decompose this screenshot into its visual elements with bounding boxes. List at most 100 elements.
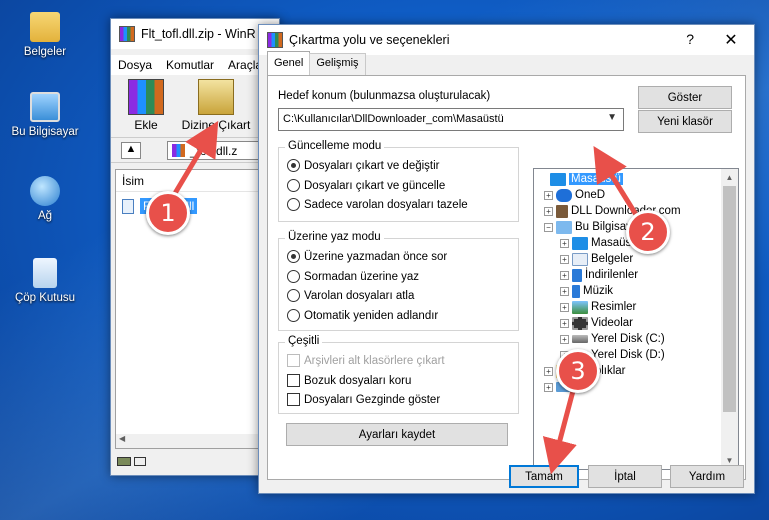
menu-komutlar[interactable]: Komutlar <box>159 58 221 72</box>
add-button[interactable]: Ekle <box>121 79 171 132</box>
desktop-icon-this-pc[interactable]: Bu Bilgisayar <box>6 92 84 138</box>
tree-vertical-scrollbar[interactable]: ▲ ▼ <box>721 169 738 469</box>
winrar-address-bar: ▲ _tofl.dll.z <box>111 137 281 163</box>
scroll-up-icon[interactable]: ▲ <box>721 169 738 186</box>
status-drive-icon <box>117 455 149 469</box>
option-label: Sormadan üzerine yaz <box>304 270 420 283</box>
tree-item-pictures[interactable]: + Resimler <box>560 299 636 315</box>
misc-option-keep-broken[interactable]: Bozuk dosyaları koru <box>287 374 411 387</box>
radio[interactable] <box>287 179 300 192</box>
overwrite-option-3[interactable]: Varolan dosyaları atla <box>287 289 414 302</box>
collapse-icon[interactable]: − <box>544 222 553 232</box>
radio-selected[interactable] <box>287 159 300 172</box>
expand-icon[interactable]: + <box>560 270 569 280</box>
tree-label: Resimler <box>591 301 637 313</box>
overwrite-option-4[interactable]: Otomatik yeniden adlandır <box>287 309 438 322</box>
dll-file-icon <box>122 198 134 214</box>
expand-icon[interactable]: + <box>560 286 569 296</box>
user-icon <box>556 204 568 218</box>
radio[interactable] <box>287 198 300 211</box>
tree-label: Masaüstü <box>569 173 623 185</box>
column-header-name[interactable]: İsim <box>116 170 276 192</box>
expand-icon[interactable]: + <box>544 382 553 392</box>
archive-icon <box>172 144 185 157</box>
update-option-2[interactable]: Dosyaları çıkart ve güncelle <box>287 179 445 192</box>
winrar-window: Flt_tofl.dll.zip - WinR Dosya Komutlar A… <box>110 18 281 476</box>
radio[interactable] <box>287 309 300 322</box>
option-label: Sadece varolan dosyaları tazele <box>304 198 468 211</box>
tree-item-onedrive[interactable]: + OneD <box>544 187 605 203</box>
step-badge-1: 1 <box>146 191 190 235</box>
tree-label: Belgeler <box>591 253 634 265</box>
pictures-icon <box>572 300 588 314</box>
checkbox[interactable] <box>287 393 300 406</box>
expand-icon[interactable]: + <box>560 318 569 328</box>
destination-path-text: C:\Kullanıcılar\DllDownloader_com\Masaüs… <box>283 113 504 125</box>
up-folder-icon[interactable]: ▲ <box>121 142 141 159</box>
tree-item-disk-c[interactable]: + Yerel Disk (C:) <box>560 331 665 347</box>
winrar-icon <box>267 32 283 48</box>
expand-icon[interactable]: + <box>544 366 553 376</box>
tree-label: Müzik <box>583 285 614 297</box>
checkbox[interactable] <box>287 374 300 387</box>
option-label: Arşivleri alt klasörlere çıkart <box>304 354 445 367</box>
option-label: Dosyaları çıkart ve değiştir <box>304 159 440 172</box>
radio-selected[interactable] <box>287 250 300 263</box>
tree-item-videos[interactable]: + Videolar <box>560 315 633 331</box>
show-button[interactable]: Göster <box>638 86 732 109</box>
overwrite-mode-title: Üzerine yaz modu <box>285 231 384 243</box>
overwrite-mode-group: Üzerine yaz modu Üzerine yazmadan önce s… <box>278 231 519 331</box>
expand-icon[interactable]: + <box>560 302 569 312</box>
help-question-icon[interactable]: ? <box>686 31 694 47</box>
new-folder-button[interactable]: Yeni klasör <box>638 110 732 133</box>
chevron-down-icon[interactable]: ▼ <box>607 112 617 123</box>
tab-gelismis[interactable]: Gelişmiş <box>309 53 366 75</box>
radio[interactable] <box>287 270 300 283</box>
close-icon[interactable]: ✕ <box>708 25 754 55</box>
tree-item-this-pc[interactable]: − Bu Bilgisaya <box>544 219 638 235</box>
documents-folder-icon <box>30 12 60 42</box>
destination-path-combo[interactable]: C:\Kullanıcılar\DllDownloader_com\Masaüs… <box>278 108 624 131</box>
option-label: Dosyaları çıkart ve güncelle <box>304 179 446 192</box>
overwrite-option-2[interactable]: Sormadan üzerine yaz <box>287 270 419 283</box>
scroll-thumb[interactable] <box>723 186 736 412</box>
expand-icon[interactable]: + <box>560 254 569 264</box>
tree-item-music[interactable]: + Müzik <box>560 283 613 299</box>
menu-dosya[interactable]: Dosya <box>111 58 159 72</box>
misc-group: Çeşitli Arşivleri alt klasörlere çıkart … <box>278 335 519 414</box>
expand-icon[interactable]: + <box>544 190 553 200</box>
winrar-icon <box>119 26 135 42</box>
overwrite-option-1[interactable]: Üzerine yazmadan önce sor <box>287 250 447 263</box>
step-badge-2: 2 <box>626 210 670 254</box>
option-label: Varolan dosyaları atla <box>304 289 415 302</box>
desktop-icon-label: Bu Bilgisayar <box>11 126 79 138</box>
radio[interactable] <box>287 289 300 302</box>
dialog-title: Çıkartma yolu ve seçenekleri <box>289 33 450 47</box>
tree-item-documents[interactable]: + Belgeler <box>560 251 633 267</box>
expand-icon[interactable]: + <box>544 206 553 216</box>
help-button[interactable]: Yardım <box>670 465 744 488</box>
winrar-title: Flt_tofl.dll.zip - WinR <box>141 27 256 41</box>
desktop-icon-documents[interactable]: Belgeler <box>6 12 84 58</box>
video-film-icon <box>572 316 588 330</box>
desktop-icon-recycle-bin[interactable]: Çöp Kutusu <box>6 258 84 304</box>
misc-option-show-in-explorer[interactable]: Dosyaları Gezginde göster <box>287 393 440 406</box>
extract-label: Dizine Çıkart <box>181 118 251 132</box>
ok-button[interactable]: Tamam <box>509 465 579 488</box>
tree-item-downloads[interactable]: + İndirilenler <box>560 267 638 283</box>
add-label: Ekle <box>134 118 158 132</box>
tree-item-desktop-root[interactable]: Masaüstü <box>538 171 623 187</box>
download-arrow-icon <box>572 268 582 282</box>
desktop-icon-network[interactable]: Ağ <box>6 176 84 222</box>
update-option-3[interactable]: Sadece varolan dosyaları tazele <box>287 198 468 211</box>
tab-genel[interactable]: Genel <box>267 51 311 75</box>
horizontal-scrollbar[interactable]: ◀ <box>116 434 276 448</box>
update-option-1[interactable]: Dosyaları çıkart ve değiştir <box>287 159 440 172</box>
expand-icon[interactable]: + <box>560 238 569 248</box>
extract-to-button[interactable]: Dizine Çıkart <box>179 79 253 132</box>
misc-title: Çeşitli <box>285 335 323 347</box>
desktop-icon-label: Belgeler <box>23 46 67 58</box>
expand-icon[interactable]: + <box>560 334 569 344</box>
cancel-button[interactable]: İptal <box>588 465 662 488</box>
save-settings-button[interactable]: Ayarları kaydet <box>286 423 508 446</box>
